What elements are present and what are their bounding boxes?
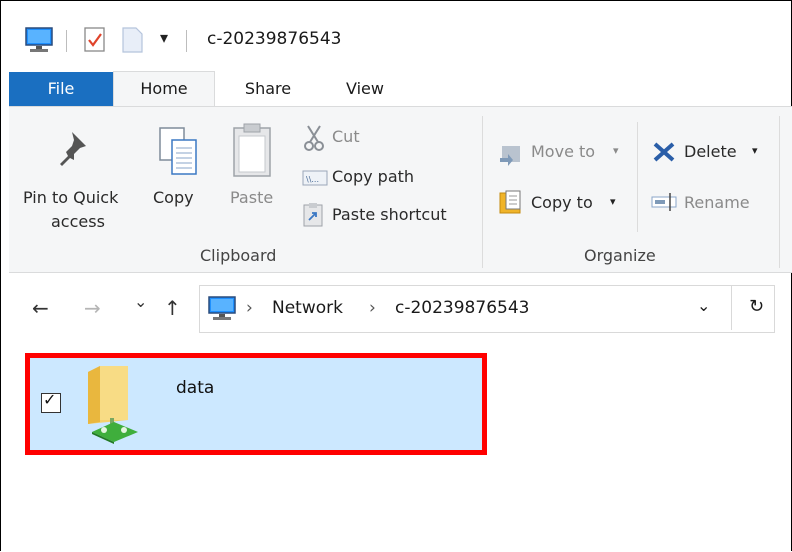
clipboard-group-label: Clipboard: [200, 246, 277, 265]
cut-icon: [302, 124, 328, 156]
breadcrumb-separator-2: ›: [369, 298, 376, 318]
item-name[interactable]: data: [176, 378, 214, 398]
paste-icon: [228, 120, 276, 184]
pin-icon: [48, 124, 96, 178]
up-button[interactable]: ↑: [164, 296, 181, 320]
rename-button[interactable]: Rename: [684, 193, 750, 212]
back-button[interactable]: ←: [32, 296, 49, 320]
paste-shortcut-icon: [302, 202, 324, 232]
copy-button[interactable]: Copy: [153, 188, 194, 207]
copy-path-icon: \\...: [302, 168, 328, 192]
organize-separator: [637, 122, 638, 232]
copy-to-dropdown-icon[interactable]: ▾: [610, 195, 616, 208]
group-separator: [482, 116, 483, 268]
address-refresh-separator: [731, 286, 732, 330]
tab-share[interactable]: Share: [228, 72, 308, 106]
delete-button[interactable]: Delete: [684, 142, 737, 161]
properties-icon[interactable]: [82, 26, 108, 58]
delete-dropdown-icon[interactable]: ▾: [752, 144, 758, 157]
tab-view[interactable]: View: [330, 72, 400, 106]
tab-file[interactable]: File: [9, 72, 113, 106]
recent-locations-button[interactable]: ⌄: [134, 292, 147, 311]
pin-to-quick-access-button[interactable]: Pin to Quick: [23, 188, 118, 207]
ribbon: [9, 106, 792, 273]
delete-icon: [651, 140, 677, 168]
forward-button[interactable]: →: [84, 296, 101, 320]
organize-group-label: Organize: [584, 246, 656, 265]
window-title: c-20239876543: [207, 29, 342, 49]
breadcrumb-separator: ›: [246, 298, 253, 318]
copy-icon: [154, 124, 204, 182]
move-to-icon: [498, 140, 524, 170]
copy-to-icon: [498, 189, 524, 219]
refresh-button[interactable]: ↻: [749, 296, 764, 317]
check-mark-icon: ✓: [43, 390, 57, 409]
address-dropdown-button[interactable]: ⌄: [697, 296, 710, 315]
group-separator-2: [779, 116, 780, 268]
cut-button[interactable]: Cut: [332, 127, 360, 146]
rename-icon: [651, 191, 679, 217]
move-to-dropdown-icon[interactable]: ▾: [613, 144, 619, 157]
pin-to-quick-access-label[interactable]: access: [51, 212, 105, 231]
paste-button[interactable]: Paste: [230, 188, 273, 207]
customize-toolbar-icon[interactable]: ▾: [160, 28, 168, 47]
copy-to-button[interactable]: Copy to: [531, 193, 593, 212]
copy-path-button[interactable]: Copy path: [332, 167, 414, 186]
title-separator-2: [186, 30, 187, 52]
paste-shortcut-button[interactable]: Paste shortcut: [332, 205, 447, 224]
breadcrumb-network[interactable]: Network: [272, 298, 343, 318]
new-folder-icon[interactable]: [120, 26, 146, 58]
move-to-button[interactable]: Move to: [531, 142, 595, 161]
address-computer-icon: [207, 295, 237, 325]
breadcrumb-computer[interactable]: c-20239876543: [395, 298, 529, 318]
title-separator: [66, 30, 67, 52]
svg-text:\\...: \\...: [306, 175, 319, 184]
tab-home[interactable]: Home: [113, 71, 215, 108]
network-folder-icon: [80, 362, 150, 448]
computer-icon[interactable]: [24, 26, 54, 58]
